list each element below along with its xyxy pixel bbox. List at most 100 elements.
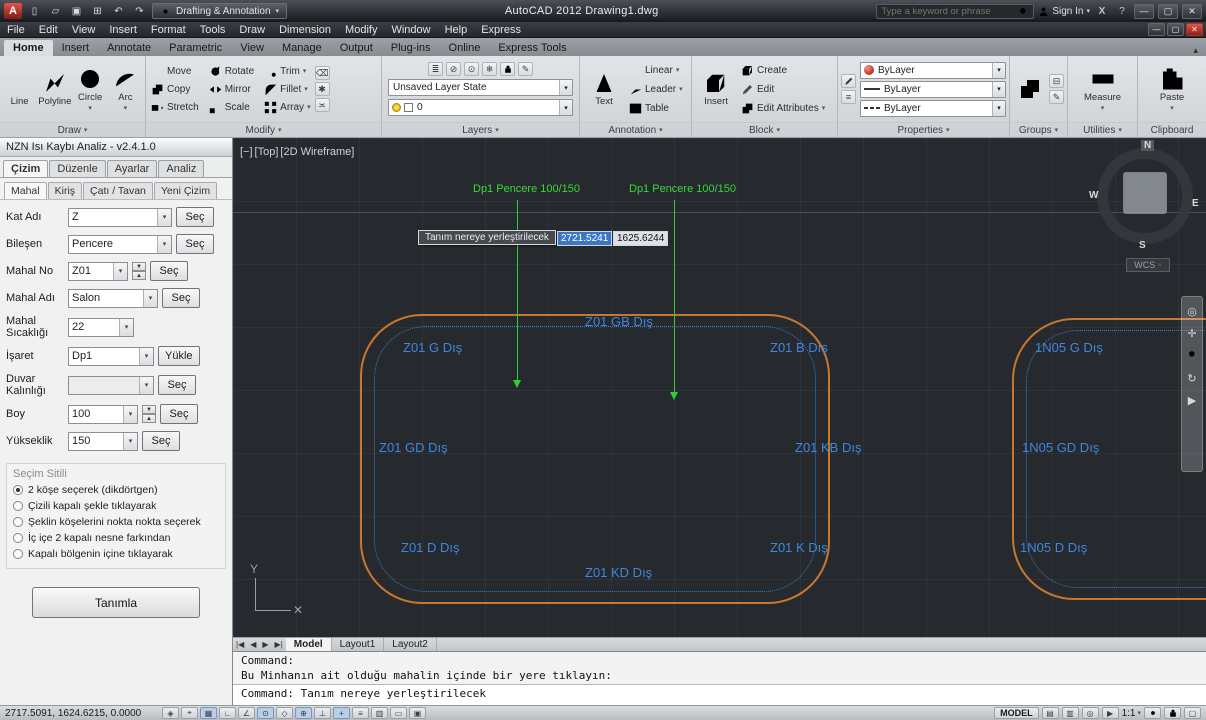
insert-block-button[interactable]: Insert bbox=[695, 71, 737, 107]
tab-plugins[interactable]: Plug-ins bbox=[382, 40, 440, 56]
open-file-icon[interactable]: ▱ bbox=[47, 4, 64, 19]
grid-display-toggle[interactable]: ▦ bbox=[200, 707, 217, 719]
layer-select[interactable]: 0 ▾ bbox=[388, 99, 573, 116]
flyout-arrow-icon[interactable]: ▾ bbox=[1170, 104, 1174, 112]
mahal-adi-sec-button[interactable]: Seç bbox=[162, 288, 200, 308]
radio-icon[interactable] bbox=[13, 549, 23, 560]
lineweight-toggle[interactable]: ≡ bbox=[352, 707, 369, 719]
tab-duzenle[interactable]: Düzenle bbox=[49, 160, 106, 177]
menu-insert[interactable]: Insert bbox=[102, 22, 144, 38]
showmotion-icon[interactable]: ▶ bbox=[1101, 707, 1119, 719]
flyout-arrow-icon[interactable]: ▾ bbox=[307, 103, 311, 111]
subtab-cati-tavan[interactable]: Çatı / Tavan bbox=[83, 182, 153, 199]
edit-attributes-button[interactable]: Edit Attributes ▾ bbox=[739, 100, 827, 117]
menu-help[interactable]: Help bbox=[438, 22, 475, 38]
boy-sec-button[interactable]: Seç bbox=[160, 404, 198, 425]
mirror-button[interactable]: Mirror bbox=[207, 81, 256, 98]
3d-object-snap-toggle[interactable]: ◇ bbox=[276, 707, 293, 719]
layer-freeze-icon[interactable]: ❄ bbox=[482, 62, 497, 76]
dynamic-ucs-toggle[interactable]: ⊥ bbox=[314, 707, 331, 719]
pan-icon[interactable]: ✛ bbox=[1187, 327, 1196, 340]
menu-view[interactable]: View bbox=[65, 22, 103, 38]
dropdown-arrow-icon[interactable]: ▾ bbox=[992, 81, 1005, 97]
dropdown-arrow-icon[interactable]: ▾ bbox=[992, 62, 1005, 78]
rotate-button[interactable]: Rotate bbox=[207, 63, 256, 80]
annotation-scale-control[interactable]: 1:1 ▾ bbox=[1122, 708, 1141, 719]
yukle-button[interactable]: Yükle bbox=[158, 346, 200, 367]
doc-close-button[interactable]: ✕ bbox=[1186, 23, 1203, 36]
dynamic-input-x[interactable]: 2721.5241 bbox=[557, 231, 613, 246]
mahal-no-select[interactable]: Z01 ▾ bbox=[68, 261, 128, 281]
layer-off-icon[interactable]: ⊘ bbox=[446, 62, 461, 76]
menu-window[interactable]: Window bbox=[384, 22, 437, 38]
next-layout-icon[interactable]: ▶ bbox=[259, 640, 271, 649]
menu-tools[interactable]: Tools bbox=[193, 22, 233, 38]
tab-insert[interactable]: Insert bbox=[53, 40, 99, 56]
tab-home[interactable]: Home bbox=[4, 40, 53, 56]
flyout-arrow-icon[interactable]: ▾ bbox=[304, 85, 308, 93]
prev-layout-icon[interactable]: ◀ bbox=[247, 640, 259, 649]
flyout-arrow-icon[interactable]: ▾ bbox=[124, 104, 128, 112]
offset-icon[interactable]: ≍ bbox=[314, 98, 330, 112]
object-color-select[interactable]: ByLayer ▾ bbox=[860, 61, 1006, 79]
text-button[interactable]: Text bbox=[583, 71, 625, 107]
boy-select[interactable]: 100 ▾ bbox=[68, 404, 138, 424]
save-icon[interactable]: ▣ bbox=[68, 4, 85, 19]
radio-icon[interactable] bbox=[13, 533, 23, 544]
close-button[interactable]: ✕ bbox=[1182, 3, 1202, 19]
panel-label-groups[interactable]: Groups ▾ bbox=[1010, 122, 1067, 137]
radio-option-4[interactable]: Kapalı bölgenin içine tıklayarak bbox=[13, 548, 219, 560]
subtab-yeni-cizim[interactable]: Yeni Çizim bbox=[153, 182, 218, 199]
edit-block-button[interactable]: Edit bbox=[739, 81, 827, 98]
maximize-button[interactable]: ▢ bbox=[1158, 3, 1178, 19]
flyout-arrow-icon[interactable]: ▾ bbox=[1101, 104, 1105, 112]
compass-south[interactable]: S bbox=[1139, 240, 1146, 251]
menu-file[interactable]: File bbox=[0, 22, 32, 38]
dropdown-arrow-icon[interactable]: ▾ bbox=[139, 376, 153, 394]
compass-east[interactable]: E bbox=[1192, 198, 1199, 209]
group-button[interactable] bbox=[1013, 77, 1047, 101]
radio-icon[interactable] bbox=[13, 485, 23, 496]
explode-icon[interactable]: ✱ bbox=[314, 82, 330, 96]
layer-isolate-icon[interactable]: ⊙ bbox=[464, 62, 479, 76]
tab-output[interactable]: Output bbox=[331, 40, 382, 56]
command-prompt[interactable]: Command: Tanım nereye yerleştirilecek bbox=[233, 685, 1206, 702]
dropdown-arrow-icon[interactable]: ▾ bbox=[119, 318, 133, 336]
polar-tracking-toggle[interactable]: ∠ bbox=[238, 707, 255, 719]
dropdown-arrow-icon[interactable]: ▾ bbox=[123, 405, 137, 423]
stretch-button[interactable]: Stretch bbox=[149, 99, 201, 116]
flyout-arrow-icon[interactable]: ▾ bbox=[679, 85, 683, 93]
dropdown-arrow-icon[interactable]: ▾ bbox=[113, 262, 127, 280]
tab-analiz[interactable]: Analiz bbox=[158, 160, 205, 177]
palette-title[interactable]: NZN Isı Kaybı Analiz - v2.4.1.0 bbox=[0, 138, 232, 157]
infer-constraints-toggle[interactable]: ◈ bbox=[162, 707, 179, 719]
panel-expand-icon[interactable]: ▾ bbox=[84, 126, 88, 134]
viewcube[interactable]: N S W E bbox=[1089, 140, 1201, 252]
create-block-button[interactable]: Create bbox=[739, 62, 827, 79]
properties-list-icon[interactable]: ≡ bbox=[841, 90, 856, 104]
mahal-adi-select[interactable]: Salon ▾ bbox=[68, 288, 158, 308]
arc-button[interactable]: Arc ▾ bbox=[109, 67, 142, 112]
circle-button[interactable]: Circle ▾ bbox=[74, 67, 107, 112]
tab-ayarlar[interactable]: Ayarlar bbox=[106, 160, 158, 177]
mahal-no-sec-button[interactable]: Seç bbox=[150, 261, 188, 281]
subtab-kiris[interactable]: Kiriş bbox=[47, 182, 83, 199]
command-window[interactable]: Command: Bu Minhanın ait olduğu mahalin … bbox=[233, 651, 1206, 705]
object-snap-tracking-toggle[interactable]: ⊕ bbox=[295, 707, 312, 719]
clean-screen-icon[interactable]: ▢ bbox=[1184, 707, 1201, 719]
spinner-up-icon[interactable]: ▲ bbox=[142, 414, 156, 424]
exchange-apps-icon[interactable]: X bbox=[1094, 4, 1110, 19]
isaret-select[interactable]: Dp1 ▾ bbox=[68, 346, 154, 366]
zoom-icon[interactable] bbox=[1187, 349, 1198, 363]
yukseklik-sec-button[interactable]: Seç bbox=[142, 431, 180, 452]
redo-icon[interactable]: ↷ bbox=[131, 4, 148, 19]
tab-layout1[interactable]: Layout1 bbox=[332, 638, 385, 651]
app-menu-button[interactable]: A bbox=[4, 3, 22, 19]
layer-properties-icon[interactable]: ≣ bbox=[428, 62, 443, 76]
dropdown-arrow-icon[interactable]: ▾ bbox=[157, 208, 171, 226]
layer-lock-icon[interactable] bbox=[500, 62, 515, 76]
orbit-icon[interactable]: ↻ bbox=[1187, 372, 1196, 385]
new-file-icon[interactable]: ▯ bbox=[26, 4, 43, 19]
workspace-switcher[interactable]: Drafting & Annotation ▾ bbox=[152, 3, 288, 19]
tab-online[interactable]: Online bbox=[440, 40, 490, 56]
